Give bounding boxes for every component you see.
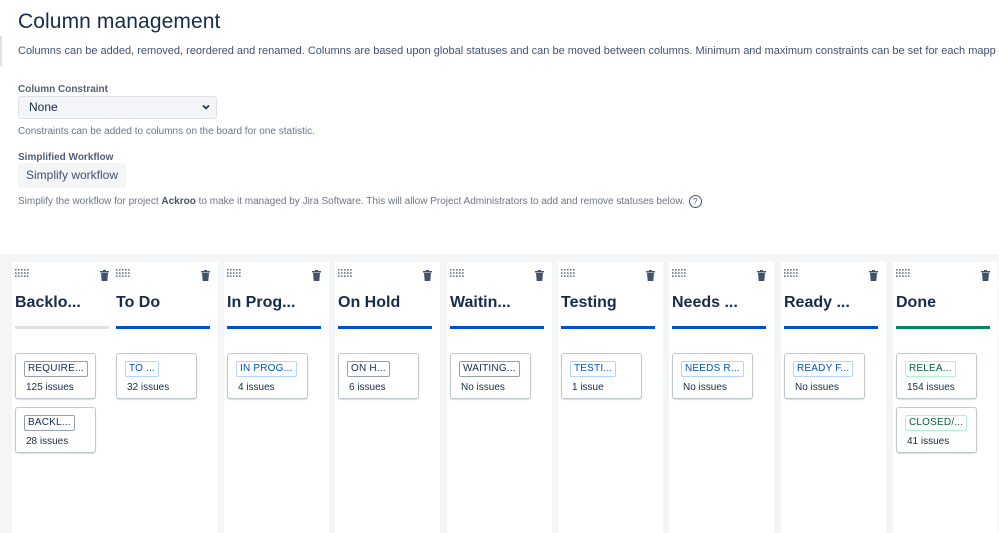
status-card[interactable]: RELEA... 154 issues — [896, 353, 977, 399]
status-card[interactable]: WAITING... No issues — [450, 353, 531, 399]
column-name: Ready ... — [784, 294, 850, 311]
drag-handle-icon[interactable] — [672, 269, 687, 278]
trash-icon[interactable] — [100, 270, 109, 281]
issue-count: 154 issues — [907, 382, 955, 393]
status-lozenge: TO ... — [125, 361, 160, 377]
status-card[interactable]: REQUIRE... 125 issues — [15, 353, 96, 399]
column-constraint-select[interactable]: None — [18, 96, 217, 119]
workflow-help-after: to make it managed by Jira Software. Thi… — [195, 196, 685, 208]
trash-icon[interactable] — [981, 270, 990, 281]
drag-handle-icon[interactable] — [15, 269, 30, 278]
status-lozenge: REQUIRE... — [24, 361, 88, 377]
board-column[interactable]: On Hold ON H... 6 issues — [335, 262, 440, 533]
issue-count: 6 issues — [349, 382, 386, 393]
status-lozenge: WAITING... — [459, 361, 520, 377]
question-circle-icon[interactable]: ? — [688, 195, 702, 208]
trash-icon[interactable] — [646, 270, 655, 281]
board-column[interactable]: Testing TESTI... 1 issue — [558, 262, 663, 533]
status-lozenge: NEEDS R... — [681, 361, 744, 377]
status-card[interactable]: TO ... 32 issues — [116, 353, 197, 399]
issue-count: 41 issues — [907, 436, 950, 447]
column-status-bar — [672, 326, 766, 329]
issue-count: 28 issues — [26, 436, 69, 447]
issue-count: 32 issues — [127, 382, 170, 393]
drag-handle-icon[interactable] — [784, 269, 799, 278]
column-status-bar — [116, 326, 210, 329]
issue-count: No issues — [683, 382, 727, 393]
drag-handle-icon[interactable] — [227, 269, 242, 278]
issue-count: No issues — [795, 382, 839, 393]
page-description: Columns can be added, removed, reordered… — [18, 45, 996, 57]
status-card[interactable]: ON H... 6 issues — [338, 353, 419, 399]
status-lozenge: BACKL... — [24, 415, 75, 431]
status-card[interactable]: CLOSED/... 41 issues — [896, 407, 977, 453]
constraint-help-text: Constraints can be added to columns on t… — [18, 126, 315, 137]
column-name: On Hold — [338, 294, 401, 311]
board-column[interactable]: Ready ... READY F... No issues — [781, 262, 886, 533]
column-constraint-label: Column Constraint — [18, 84, 108, 95]
status-card[interactable]: BACKL... 28 issues — [15, 407, 96, 453]
page-title: Column management — [18, 10, 221, 33]
workflow-help-text: Simplify the workflow for project Ackroo… — [18, 195, 702, 208]
board-column[interactable]: To Do TO ... 32 issues — [113, 262, 218, 533]
column-status-bar — [784, 326, 878, 329]
column-status-bar — [15, 326, 109, 329]
board-column[interactable]: In Prog... IN PROG... 4 issues — [224, 262, 329, 533]
simplified-workflow-label: Simplified Workflow — [18, 152, 114, 163]
column-name: Testing — [561, 294, 617, 311]
column-status-bar — [896, 326, 990, 329]
column-status-bar — [227, 326, 321, 329]
simplify-workflow-button[interactable]: Simplify workflow — [18, 163, 127, 188]
status-card[interactable]: NEEDS R... No issues — [672, 353, 753, 399]
column-name: To Do — [116, 294, 161, 311]
status-lozenge: ON H... — [347, 361, 390, 377]
column-name: Done — [896, 294, 936, 311]
drag-handle-icon[interactable] — [116, 269, 131, 278]
workflow-help-before: Simplify the workflow for project — [18, 196, 162, 208]
issue-count: 1 issue — [572, 382, 604, 393]
column-name: In Prog... — [227, 294, 296, 311]
left-edge-marker — [0, 36, 2, 66]
trash-icon[interactable] — [201, 270, 210, 281]
issue-count: 125 issues — [26, 382, 74, 393]
status-lozenge: READY F... — [793, 361, 854, 377]
drag-handle-icon[interactable] — [338, 269, 353, 278]
project-name: Ackroo — [161, 196, 196, 208]
column-status-bar — [561, 326, 655, 329]
drag-handle-icon[interactable] — [561, 269, 576, 278]
column-name: Backlo... — [15, 294, 81, 311]
status-lozenge: CLOSED/... — [905, 415, 968, 431]
column-name: Needs ... — [672, 294, 738, 311]
issue-count: 4 issues — [238, 382, 275, 393]
board-column[interactable]: Waitin... WAITING... No issues — [447, 262, 552, 533]
drag-handle-icon[interactable] — [450, 269, 465, 278]
board-column[interactable]: Needs ... NEEDS R... No issues — [669, 262, 774, 533]
chevron-down-icon — [202, 104, 210, 110]
status-card[interactable]: IN PROG... 4 issues — [227, 353, 308, 399]
status-lozenge: RELEA... — [905, 361, 956, 377]
column-board: Backlo... REQUIRE... 125 issues BACKL... 28 … — [0, 254, 999, 533]
board-column[interactable]: Backlo... REQUIRE... 125 issues BACKL... 28 … — [12, 262, 117, 533]
board-column[interactable]: Done RELEA... 154 issues CLOSED/... 41 issue… — [893, 262, 998, 533]
issue-count: No issues — [461, 382, 505, 393]
column-status-bar — [450, 326, 544, 329]
column-name: Waitin... — [450, 294, 511, 311]
status-lozenge: IN PROG... — [236, 361, 297, 377]
trash-icon[interactable] — [757, 270, 766, 281]
trash-icon[interactable] — [535, 270, 544, 281]
column-constraint-value: None — [29, 100, 58, 114]
trash-icon[interactable] — [869, 270, 878, 281]
trash-icon[interactable] — [423, 270, 432, 281]
status-card[interactable]: READY F... No issues — [784, 353, 865, 399]
trash-icon[interactable] — [312, 270, 321, 281]
status-lozenge: TESTI... — [570, 361, 617, 377]
column-status-bar — [338, 326, 432, 329]
drag-handle-icon[interactable] — [896, 269, 911, 278]
status-card[interactable]: TESTI... 1 issue — [561, 353, 642, 399]
